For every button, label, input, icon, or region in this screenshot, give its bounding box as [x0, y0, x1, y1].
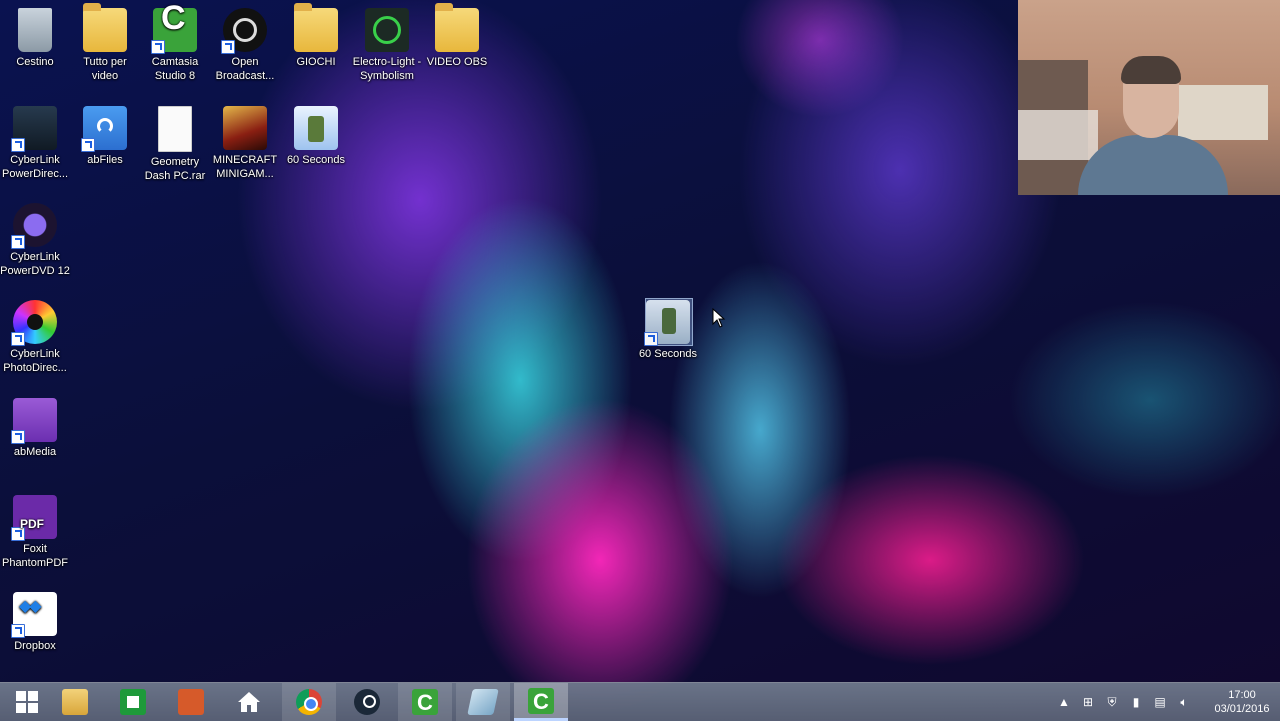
- desktop[interactable]: Cestino Tutto per video Camtasia Studio …: [0, 0, 1280, 682]
- webcam-overlay: [1018, 0, 1280, 195]
- dragged-icon-60-seconds[interactable]: 60 Seconds: [632, 300, 704, 361]
- icon-label: CyberLink PhotoDirec...: [3, 348, 67, 374]
- powerdvd-icon: [11, 203, 57, 249]
- minecraft-folder-icon: [223, 106, 267, 150]
- desktop-icon-giochi[interactable]: GIOCHI: [280, 3, 352, 69]
- chrome-icon: [296, 689, 322, 715]
- start-button[interactable]: [0, 683, 54, 721]
- desktop-icon-foxit[interactable]: Foxit PhantomPDF: [0, 495, 71, 570]
- taskbar-camtasia-2[interactable]: [514, 683, 568, 721]
- network-icon[interactable]: ▤: [1151, 693, 1169, 711]
- desktop-icon-powerdvd[interactable]: CyberLink PowerDVD 12: [0, 203, 71, 278]
- camtasia-icon: [412, 689, 438, 716]
- obs-icon: [221, 8, 267, 54]
- desktop-icon-camtasia[interactable]: Camtasia Studio 8: [139, 8, 211, 83]
- icon-label: 60 Seconds: [638, 348, 698, 360]
- camtasia-icon: [151, 8, 197, 54]
- taskbar: ▲ ⊞ ⛨ ▮ ▤ 🔈︎ 17:00 03/01/2016: [0, 682, 1280, 721]
- desktop-icon-abmedia[interactable]: abMedia: [0, 398, 71, 459]
- icon-label: Camtasia Studio 8: [151, 56, 199, 82]
- windows-flag-icon[interactable]: ⊞: [1079, 693, 1097, 711]
- show-hidden-icons-icon[interactable]: ▲: [1055, 693, 1073, 711]
- taskbar-store[interactable]: [106, 683, 160, 721]
- icon-label: MINECRAFT MINIGAM...: [212, 154, 278, 180]
- desktop-icon-minecraft[interactable]: MINECRAFT MINIGAM...: [209, 106, 281, 181]
- desktop-icon-cestino[interactable]: Cestino: [0, 8, 71, 69]
- desktop-icon-obs[interactable]: Open Broadcast...: [209, 8, 281, 83]
- steam-icon: [354, 689, 380, 715]
- icon-label: 60 Seconds: [286, 154, 346, 166]
- taskbar-chrome[interactable]: [282, 683, 336, 721]
- desktop-icon-electro-light[interactable]: Electro-Light - Symbolism: [351, 8, 423, 83]
- clock-time: 17:00: [1228, 689, 1256, 701]
- dropbox-icon: [11, 592, 57, 638]
- office-icon: [178, 689, 204, 715]
- icon-label: Geometry Dash PC.rar: [144, 156, 206, 182]
- media-file-icon: [365, 8, 409, 52]
- powerdirector-icon: [11, 106, 57, 152]
- taskbar-notepad[interactable]: [456, 683, 510, 721]
- icon-label: CyberLink PowerDirec...: [1, 154, 69, 180]
- recycle-bin-icon: [18, 8, 52, 52]
- device-icon[interactable]: ▮: [1127, 693, 1145, 711]
- volume-icon[interactable]: 🔈︎: [1175, 693, 1193, 711]
- desktop-icon-60-seconds[interactable]: 60 Seconds: [280, 106, 352, 167]
- icon-label: Tutto per video: [83, 56, 127, 82]
- game-icon: [644, 300, 690, 346]
- desktop-icon-powerdirector[interactable]: CyberLink PowerDirec...: [0, 106, 71, 181]
- windows-logo-icon: [16, 691, 38, 713]
- clock-date: 03/01/2016: [1214, 703, 1270, 715]
- folder-icon: [62, 689, 88, 715]
- icon-label: Open Broadcast...: [215, 56, 275, 82]
- system-tray: ▲ ⊞ ⛨ ▮ ▤ 🔈︎ 17:00 03/01/2016: [1052, 683, 1272, 721]
- folder-icon: [83, 3, 127, 52]
- file-icon: [158, 106, 192, 152]
- desktop-icon-photodirector[interactable]: CyberLink PhotoDirec...: [0, 300, 71, 375]
- icon-label: CyberLink PowerDVD 12: [0, 251, 70, 277]
- desktop-icon-tutto-per-video[interactable]: Tutto per video: [69, 3, 141, 83]
- taskbar-office[interactable]: [164, 683, 218, 721]
- icon-label: Cestino: [16, 56, 54, 68]
- store-icon: [120, 689, 146, 715]
- icon-label: VIDEO OBS: [426, 56, 488, 68]
- notepad-icon: [467, 689, 499, 715]
- camtasia-icon: [528, 687, 554, 715]
- taskbar-steam[interactable]: [340, 683, 394, 721]
- icon-label: Foxit PhantomPDF: [1, 543, 69, 569]
- icon-label: GIOCHI: [296, 56, 336, 68]
- folder-icon: [435, 3, 479, 52]
- icon-label: Electro-Light - Symbolism: [352, 56, 422, 82]
- abfiles-icon: [81, 106, 127, 152]
- photodirector-icon: [11, 300, 57, 346]
- clock[interactable]: 17:00 03/01/2016: [1212, 688, 1272, 716]
- abmedia-icon: [11, 398, 57, 444]
- desktop-icon-video-obs[interactable]: VIDEO OBS: [421, 3, 493, 69]
- home-icon: [236, 689, 262, 715]
- folder-icon: [294, 3, 338, 52]
- icon-label: abFiles: [87, 154, 123, 166]
- desktop-icon-dropbox[interactable]: Dropbox: [0, 592, 71, 653]
- shield-icon[interactable]: ⛨: [1103, 693, 1121, 711]
- game-icon: [294, 106, 338, 150]
- foxit-pdf-icon: [11, 495, 57, 541]
- taskbar-home[interactable]: [222, 683, 276, 721]
- taskbar-file-explorer[interactable]: [48, 683, 102, 721]
- icon-label: abMedia: [13, 446, 57, 458]
- desktop-icon-abfiles[interactable]: abFiles: [69, 106, 141, 167]
- desktop-icon-geometry-dash[interactable]: Geometry Dash PC.rar: [139, 106, 211, 183]
- taskbar-camtasia-1[interactable]: [398, 683, 452, 721]
- icon-label: Dropbox: [14, 640, 56, 652]
